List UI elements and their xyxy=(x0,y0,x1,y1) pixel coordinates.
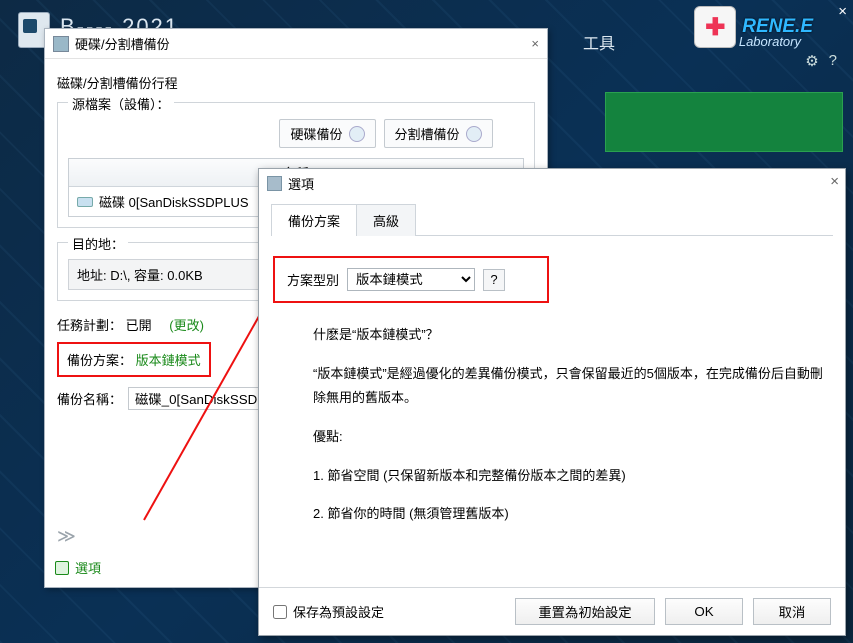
adv-2: 2. 節省你的時間 (無須管理舊版本) xyxy=(313,502,831,527)
save-default-input[interactable] xyxy=(273,605,287,619)
gear-icon[interactable]: ⚙ xyxy=(805,52,818,70)
dialog-icon xyxy=(53,36,69,52)
dialog-title: 硬碟/分割槽備份 xyxy=(75,34,170,53)
tab-backup-scheme[interactable]: 備份方案 xyxy=(271,204,357,236)
options-footer: 保存為預設設定 重置為初始設定 OK 取消 xyxy=(259,587,845,635)
adv-1: 1. 節省空間 (只保留新版本和完整備份版本之間的差異) xyxy=(313,464,831,489)
disk-backup-tab[interactable]: 硬碟備份 xyxy=(279,119,375,148)
expand-icon[interactable]: ≫ xyxy=(57,526,76,547)
scheme-type-highlight: 方案型別 版本鏈模式 ? xyxy=(273,256,549,303)
disk-icon xyxy=(349,126,365,142)
partition-backup-tab[interactable]: 分割槽備份 xyxy=(384,119,493,148)
scheme-type-label: 方案型別 xyxy=(287,270,339,289)
menu-tools[interactable]: 工具 xyxy=(583,30,615,54)
options-link[interactable]: 選項 xyxy=(55,558,101,577)
tab-advanced[interactable]: 高級 xyxy=(356,204,416,236)
scheme-value[interactable]: 版本鏈模式 xyxy=(136,353,201,368)
backup-name-label: 備份名稱： xyxy=(57,389,122,408)
dialog-titlebar[interactable]: 硬碟/分割槽備份 × xyxy=(45,29,547,59)
source-label: 源檔案（設備）： xyxy=(68,94,174,113)
scheme-highlight: 備份方案： 版本鏈模式 xyxy=(57,342,211,377)
options-tabs: 備份方案 高級 xyxy=(271,203,833,236)
reset-button[interactable]: 重置為初始設定 xyxy=(515,598,655,625)
description-block: 什麽是“版本鏈模式”？ “版本鏈模式”是經過優化的差異備份模式，只會保留最近的5… xyxy=(313,323,831,527)
volume-icon xyxy=(77,197,93,207)
options-icon xyxy=(55,561,69,575)
save-default-label: 保存為預設設定 xyxy=(293,602,384,621)
green-panel xyxy=(605,92,843,152)
desc-text: “版本鏈模式”是經過優化的差異備份模式，只會保留最近的5個版本，在完成備份后自動… xyxy=(313,362,831,411)
ok-button[interactable]: OK xyxy=(665,598,743,625)
disk-name: 磁碟 0[SanDiskSSDPLUS xyxy=(99,192,249,211)
options-title: 選項 xyxy=(288,174,314,193)
options-dialog-icon xyxy=(267,176,282,191)
scheme-type-select[interactable]: 版本鏈模式 xyxy=(347,268,475,291)
task-change-link[interactable]: (更改) xyxy=(169,318,204,333)
partition-icon xyxy=(466,126,482,142)
options-dialog: 選項 × 備份方案 高級 方案型別 版本鏈模式 ? 什麽是“版本鏈模式”？ “版… xyxy=(258,168,846,636)
options-titlebar[interactable]: 選項 xyxy=(259,169,845,197)
help-icon[interactable]: ? xyxy=(829,52,837,70)
scheme-label: 備份方案： xyxy=(67,353,132,368)
section-title: 磁碟/分割槽備份行程 xyxy=(57,73,535,92)
help-button[interactable]: ? xyxy=(483,269,505,291)
adv-title: 優點: xyxy=(313,425,831,450)
close-icon[interactable]: × xyxy=(531,36,539,51)
save-default-checkbox[interactable]: 保存為預設設定 xyxy=(273,602,384,621)
desc-question: 什麽是“版本鏈模式”？ xyxy=(313,323,831,348)
close-icon[interactable]: × xyxy=(830,173,839,190)
cancel-button[interactable]: 取消 xyxy=(753,598,831,625)
task-label: 任務計劃： xyxy=(57,318,122,333)
task-status: 已開 xyxy=(126,318,152,333)
close-icon[interactable]: × xyxy=(838,3,847,20)
dest-label: 目的地： xyxy=(68,234,128,253)
